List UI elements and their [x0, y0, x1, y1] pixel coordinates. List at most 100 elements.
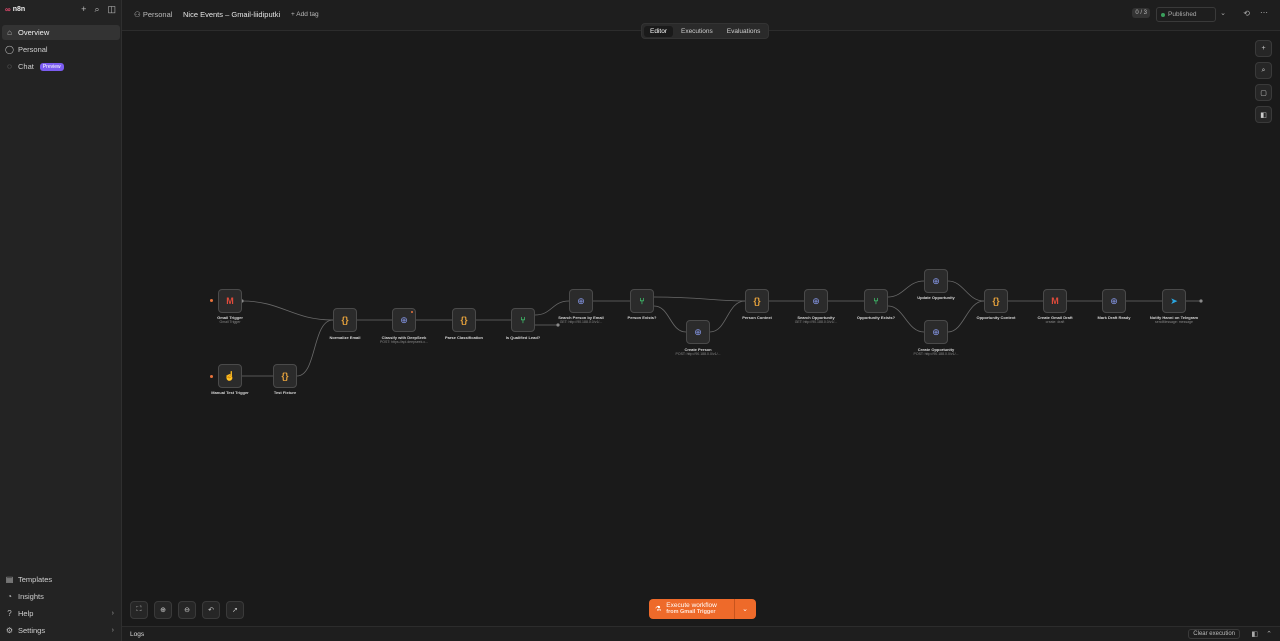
breadcrumb-label: Personal [142, 10, 173, 19]
connection [534, 300, 570, 316]
node-mark-draft-ready[interactable]: ⊕ [1102, 289, 1126, 313]
node-test-fixture[interactable]: {} [273, 364, 297, 388]
note-icon: ▢ [1260, 89, 1267, 97]
tab-editor[interactable]: Editor [644, 25, 673, 37]
node-opportunity-context[interactable]: {} [984, 289, 1008, 313]
node-subtitle: POST: http://90.188.0.0/v1/... [913, 352, 959, 356]
sidebar-item-label: Insights [18, 592, 44, 601]
tab-executions[interactable]: Executions [675, 26, 719, 37]
node-subtitle: GET: http://90.188.0.0/v1/... [794, 320, 838, 324]
search-nodes-button[interactable]: ⌕ [1255, 62, 1272, 79]
node-person-context[interactable]: {} [745, 289, 769, 313]
node-search-opportunity[interactable]: ⊕ [804, 289, 828, 313]
node-subtitle: POST: https://api.deepseek.c... [379, 340, 429, 344]
trigger-pin-icon [210, 375, 213, 378]
node-subtitle: create: draft [1045, 320, 1065, 324]
n8n-logo-icon: ∞ [5, 5, 11, 14]
globe-icon: ⊕ [577, 295, 585, 306]
node-gmail-trigger[interactable]: M [218, 289, 242, 313]
node-update-opportunity[interactable]: ⊕ [924, 269, 948, 293]
trigger-pin-icon [210, 299, 213, 302]
zoom-in-button[interactable]: ⊕ [154, 601, 172, 619]
execute-sublabel: from Gmail Trigger [666, 609, 716, 615]
node-manual-trigger[interactable]: ☝ [218, 364, 242, 388]
output-handle [1199, 299, 1203, 303]
sidebar-item-templates[interactable]: ▤ Templates [2, 572, 120, 587]
add-tag-button[interactable]: + Add tag [291, 11, 319, 18]
fullscreen-icon: ⛶ [136, 606, 142, 613]
zoom-out-button[interactable]: ⊖ [178, 601, 196, 619]
tab-evaluations[interactable]: Evaluations [721, 26, 767, 37]
fit-view-button[interactable]: ⛶ [130, 601, 148, 619]
node-opportunity-exists[interactable]: ⑂ [864, 289, 888, 313]
node-subtitle: Gmail Trigger [219, 320, 241, 324]
execute-workflow-button[interactable]: ⚗ Execute workflow from Gmail Trigger ⌄ [649, 599, 756, 619]
chevron-right-icon: › [111, 610, 114, 617]
workflow-title[interactable]: Nice Events – Gmail-liidiputki [183, 10, 280, 19]
clear-execution-button[interactable]: Clear execution [1188, 629, 1240, 639]
node-normalize-email[interactable]: {} [333, 308, 357, 332]
undo-button[interactable]: ↶ [202, 601, 220, 619]
sidebar-item-label: Help [18, 609, 34, 618]
node-label: Person Exists? [627, 315, 657, 320]
node-label: Test Fixture [273, 390, 297, 395]
toggle-panel-button[interactable]: ◧ [1255, 106, 1272, 123]
home-icon: ⌂ [7, 28, 12, 37]
status-dot-icon [1161, 12, 1165, 17]
chevron-down-icon[interactable]: ⌄ [1220, 9, 1226, 17]
globe-icon: ⊕ [932, 275, 940, 286]
code-icon: {} [753, 295, 761, 306]
globe-icon: ⊕ [932, 326, 940, 337]
node-parse-classification[interactable]: {} [452, 308, 476, 332]
node-is-qualified-lead[interactable]: ⑂ [511, 308, 535, 332]
sidebar-item-label: Overview [18, 28, 50, 37]
collapse-sidebar-icon[interactable]: ◫ [107, 4, 116, 15]
node-notify-telegram[interactable]: ➤ [1162, 289, 1186, 313]
sidebar-item-overview[interactable]: ⌂ Overview [2, 25, 120, 40]
node-create-person[interactable]: ⊕ [686, 320, 710, 344]
user-icon: ⚇ [134, 10, 141, 19]
node-search-person[interactable]: ⊕ [569, 289, 593, 313]
chevron-down-icon[interactable]: ⌄ [735, 605, 755, 613]
node-label: Opportunity Exists? [856, 315, 896, 320]
more-options-icon[interactable]: ⋯ [1260, 8, 1268, 17]
sidebar-item-insights[interactable]: ◔ Insights [2, 589, 120, 604]
gmail-icon: M [1051, 295, 1059, 306]
sidebar-item-chat[interactable]: ◌ Chat Preview [2, 59, 120, 74]
node-create-gmail-draft[interactable]: M [1043, 289, 1067, 313]
search-icon[interactable]: ⌕ [94, 4, 99, 15]
add-icon[interactable]: + [81, 4, 86, 15]
node-create-opportunity[interactable]: ⊕ [924, 320, 948, 344]
tidy-up-button[interactable]: ➚ [226, 601, 244, 619]
panel-layout-icon[interactable]: ◧ [1251, 630, 1258, 638]
version-counter: 0 / 3 [1132, 8, 1150, 18]
logs-label[interactable]: Logs [130, 631, 144, 638]
node-person-exists[interactable]: ⑂ [630, 289, 654, 313]
published-button[interactable]: Published [1156, 7, 1216, 22]
n8n-logo[interactable]: ∞ n8n [5, 5, 25, 14]
sidebar-item-label: Chat [18, 62, 34, 71]
history-icon[interactable]: ⟲ [1243, 9, 1250, 18]
plus-icon: + [1261, 45, 1266, 52]
published-label: Published [1168, 11, 1197, 18]
sidebar-item-settings[interactable]: ⚙ Settings › [2, 623, 120, 638]
execute-main[interactable]: ⚗ Execute workflow from Gmail Trigger [649, 599, 735, 619]
add-node-button[interactable]: + [1255, 40, 1272, 57]
sidebar-header: ∞ n8n + ⌕ ◫ [0, 0, 122, 20]
branch-icon: ⑂ [639, 295, 645, 306]
logs-bar[interactable]: Logs Clear execution ◧ ⌃ [122, 626, 1280, 641]
flask-icon: ⚗ [655, 606, 662, 613]
sidebar-item-label: Templates [18, 575, 53, 584]
code-icon: {} [992, 295, 1000, 306]
breadcrumb-personal[interactable]: ⚇ Personal [134, 10, 172, 19]
chevron-up-icon[interactable]: ⌃ [1266, 630, 1272, 638]
sidebar-item-help[interactable]: ? Help › [2, 606, 120, 621]
workflow-canvas[interactable]: M Gmail Trigger Gmail Trigger ☝ Manual T… [122, 31, 1280, 626]
node-subtitle: POST: http://90.188.0.0/v1/... [675, 352, 721, 356]
connection [296, 319, 334, 377]
gmail-icon: M [226, 295, 234, 306]
sidebar-item-personal[interactable]: ◯ Personal [2, 42, 120, 57]
user-icon: ◯ [5, 45, 14, 54]
sticky-note-button[interactable]: ▢ [1255, 84, 1272, 101]
branch-icon: ⑂ [520, 314, 526, 325]
